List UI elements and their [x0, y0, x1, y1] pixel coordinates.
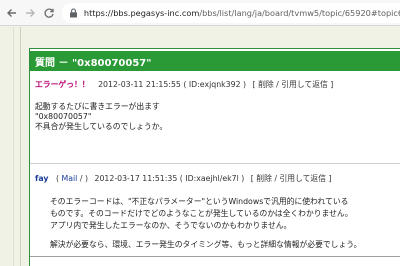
- post-body: そのエラーコードは、"不正なパラメーター"というWindowsで汎用的に使われて…: [50, 196, 353, 232]
- post-datetime: 2012-03-11 21:15:55: [98, 80, 181, 89]
- topic-panel: 質問 － "0x80070057" エラーゲっ！！ 2012-03-11 21:…: [29, 48, 400, 266]
- back-button[interactable]: [2, 3, 22, 23]
- arrow-right-icon: [26, 9, 35, 17]
- post-line: そのエラーコードは、"不正なパラメーター"というWindowsで汎用的に使われて…: [50, 197, 349, 206]
- post-body-extra: 解決が必要なら、環境、エラー発生のタイミング等、もっと詳細な情報が必要でしょう。: [50, 240, 361, 250]
- arrow-left-icon: [7, 9, 16, 17]
- mail-paren-open: (: [55, 174, 60, 183]
- post-author: エラーゲっ！！: [35, 80, 90, 89]
- post-header: fay ( Mail / ) 2012-03-17 11:51:35 ( ID:…: [35, 173, 332, 184]
- page-border: [20, 27, 21, 266]
- reload-button[interactable]: [39, 3, 59, 23]
- post-id: ( ID:xaejhl/ek7l ): [179, 174, 245, 183]
- address-bar[interactable]: https://bbs.pegasys-inc.com/bbs/list/lan…: [62, 3, 400, 23]
- post-line: "0x80070057": [35, 112, 92, 121]
- reload-icon: [44, 8, 54, 18]
- post-line: ものです。そのコードだけでどのようなことが発生しているのかは全くわかりません。: [50, 209, 353, 218]
- post-divider: [30, 163, 400, 164]
- url-path: /bbs/list/lang/ja/board/tvmw5/topic/6592…: [199, 8, 400, 18]
- mail-paren-close: / ): [79, 174, 88, 183]
- page-content: 質問 － "0x80070057" エラーゲっ！！ 2012-03-11 21:…: [0, 27, 400, 266]
- url-text[interactable]: https://bbs.pegasys-inc.com/bbs/list/lan…: [84, 8, 400, 18]
- post-author: fay: [35, 174, 49, 183]
- forward-button[interactable]: [20, 3, 40, 23]
- post-body: 起動するたびに書きエラーが出ます "0x80070057" 不具合が発生している…: [35, 102, 167, 132]
- mail-link[interactable]: Mail: [62, 174, 78, 183]
- post-id: ( ID:exjqnk392 ): [183, 80, 247, 89]
- post-line: 起動するたびに書きエラーが出ます: [35, 102, 160, 111]
- post-actions[interactable]: [ 削除 / 引用して返信 ]: [253, 80, 334, 89]
- post-line: 解決が必要なら、環境、エラー発生のタイミング等、もっと詳細な情報が必要でしょう。: [50, 240, 362, 249]
- url-host: https://bbs.pegasys-inc.com: [83, 8, 200, 18]
- browser-toolbar: https://bbs.pegasys-inc.com/bbs/list/lan…: [0, 0, 400, 26]
- post-actions[interactable]: [ 削除 / 引用して返信 ]: [251, 174, 332, 183]
- post-line: 不具合が発生しているのでしょうか。: [35, 122, 168, 131]
- topic-title: 質問 － "0x80070057": [30, 51, 400, 71]
- post-line: アプリ内で発生したエラーなのか、そうでないのかもわかりません。: [50, 221, 292, 230]
- page-border: [13, 27, 14, 266]
- post-header: エラーゲっ！！ 2012-03-11 21:15:55 ( ID:exjqnk3…: [35, 79, 333, 90]
- post-divider: [30, 256, 400, 257]
- post-datetime: 2012-03-17 11:51:35: [94, 174, 178, 183]
- lock-icon: [66, 5, 81, 21]
